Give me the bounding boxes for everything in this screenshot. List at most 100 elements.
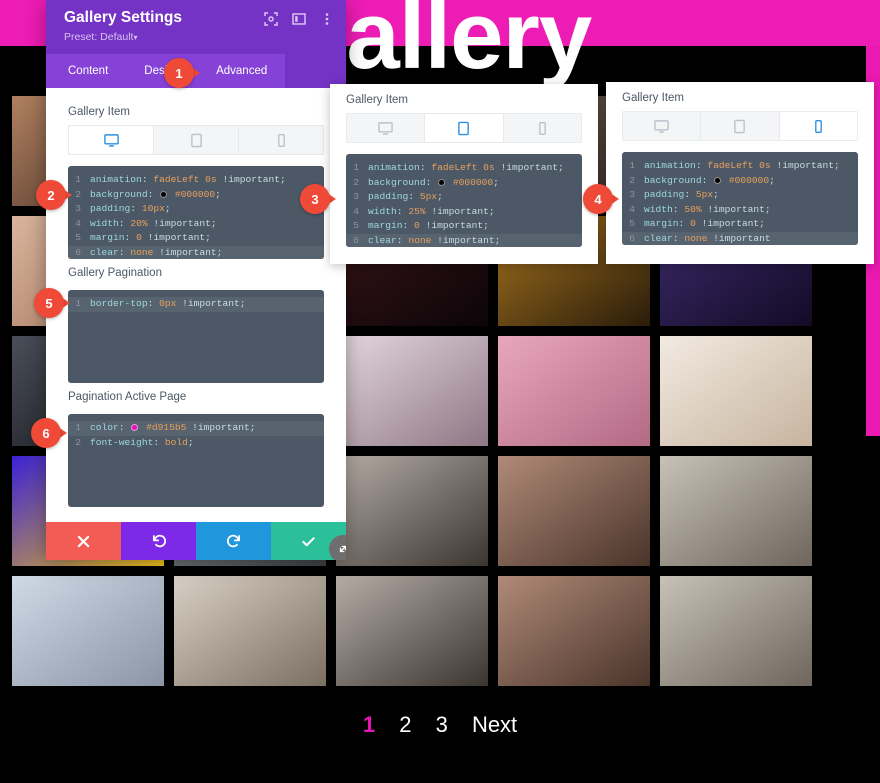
code-line-text: width: 20% !important; — [90, 217, 217, 229]
device-phone[interactable] — [503, 114, 581, 142]
device-desktop[interactable] — [347, 114, 426, 142]
resize-handle[interactable] — [329, 535, 346, 560]
gallery-image-dumplings-plate — [12, 576, 164, 686]
gallery-image-gym-squat — [336, 456, 488, 566]
code-line-number: 5 — [353, 220, 359, 232]
callout-3-pin: 3 — [300, 184, 330, 214]
gallery-image-brick-wall-fitness-2 — [498, 576, 650, 686]
code-line-text: padding: 5px; — [644, 189, 719, 201]
code-line: 4 width: 50% !important; — [622, 203, 858, 218]
device-desktop[interactable] — [623, 112, 702, 140]
tab-content[interactable]: Content — [46, 54, 126, 88]
device-desktop[interactable] — [69, 126, 154, 154]
device-tablet[interactable] — [701, 112, 780, 140]
callout-1: 1 — [164, 58, 200, 88]
code-line-text: animation: fadeLeft 0s !important; — [644, 160, 840, 171]
label-gallery-item-phone: Gallery Item — [622, 92, 684, 104]
code-line: 2 background: #000000; — [346, 176, 582, 191]
code-line-number: 2 — [75, 436, 81, 448]
pagination-page-2[interactable]: 2 — [399, 712, 411, 737]
gallery-image-piping-pink-frosting — [498, 336, 650, 446]
tab-advanced[interactable]: Advanced — [198, 54, 285, 88]
modal-action-bar — [46, 522, 346, 560]
gallery-item[interactable] — [336, 336, 488, 446]
code-line-text: animation: fadeLeft 0s !important; — [90, 174, 286, 185]
code-line-text: clear: none !important — [644, 232, 771, 244]
device-phone[interactable] — [779, 112, 857, 140]
device-phone[interactable] — [239, 126, 323, 154]
code-line-text: font-weight: bold; — [90, 436, 194, 448]
code-line: 2 background: #000000; — [622, 174, 858, 189]
color-swatch[interactable] — [160, 190, 168, 198]
color-swatch[interactable] — [714, 176, 722, 184]
color-swatch[interactable] — [131, 424, 139, 431]
callout-5: 5 — [34, 288, 70, 318]
code-line: 2 font-weight: bold; — [68, 436, 324, 451]
code-line-number: 6 — [353, 234, 359, 246]
gallery-image-frosted-cake — [336, 336, 488, 446]
code-editor-gallery-pagination[interactable]: 1 border-top: 0px !important; — [68, 290, 324, 383]
color-swatch[interactable] — [438, 178, 446, 186]
pagination-next[interactable]: Next — [472, 712, 517, 737]
gallery-item[interactable] — [498, 456, 650, 566]
code-line: 4 width: 25% !important; — [346, 205, 582, 220]
gallery-image-runner-outdoor — [660, 456, 812, 566]
gallery-item[interactable] — [336, 456, 488, 566]
device-tablet[interactable] — [425, 114, 504, 142]
code-line-text: width: 50% !important; — [644, 203, 771, 215]
code-line-text: animation: fadeLeft 0s !important; — [368, 162, 564, 173]
modal-header-icons — [264, 12, 334, 26]
code-editor-gallery-item-desktop[interactable]: 1 animation: fadeLeft 0s !important; 2 back… — [68, 166, 324, 259]
modal-preset[interactable]: Preset: Default▾ — [64, 31, 332, 43]
code-line-number: 1 — [75, 298, 81, 309]
gallery-item[interactable] — [660, 456, 812, 566]
gallery-image-runner-outdoor-2 — [660, 576, 812, 686]
code-editor-pagination-active-page[interactable]: 1 color: #d915b5 !important; 2 font-weight:… — [68, 414, 324, 507]
code-editor-gallery-item-tablet[interactable]: 1 animation: fadeLeft 0s !important; 2 back… — [346, 154, 582, 247]
cancel-button[interactable] — [46, 522, 121, 560]
device-toggle-phone-group — [622, 111, 858, 141]
tabs-spacer — [285, 54, 346, 88]
gallery-row — [12, 576, 868, 686]
code-line-number: 3 — [629, 189, 635, 201]
gallery-item[interactable] — [498, 336, 650, 446]
focus-icon[interactable] — [264, 12, 278, 26]
code-line-number: 4 — [75, 217, 81, 229]
pagination-page-3[interactable]: 3 — [436, 712, 448, 737]
gallery-pagination[interactable]: 1 2 3 Next — [0, 712, 880, 738]
code-line: 2 background: #000000; — [68, 188, 324, 203]
code-line-text: width: 25% !important; — [368, 205, 495, 217]
gallery-image-gym-squat-2 — [336, 576, 488, 686]
code-line-number: 2 — [629, 174, 635, 186]
pagination-page-1[interactable]: 1 — [363, 712, 375, 737]
code-line-number: 2 — [353, 176, 359, 188]
gallery-item[interactable] — [336, 576, 488, 686]
device-tablet[interactable] — [154, 126, 239, 154]
more-vertical-icon[interactable] — [320, 12, 334, 26]
code-line-text: clear: none !important; — [90, 246, 223, 258]
chevron-down-icon: ▾ — [133, 33, 138, 43]
gallery-item[interactable] — [498, 576, 650, 686]
code-editor-gallery-item-phone[interactable]: 1 animation: fadeLeft 0s !important; 2 back… — [622, 152, 858, 245]
code-line: 1 animation: fadeLeft 0s !important; — [68, 173, 324, 188]
code-line: 4 width: 20% !important; — [68, 217, 324, 232]
label-gallery-item-tablet: Gallery Item — [346, 94, 408, 106]
gallery-item[interactable] — [660, 576, 812, 686]
layout-icon[interactable] — [292, 12, 306, 26]
label-pagination-active-page: Pagination Active Page — [68, 391, 187, 403]
code-line: 5 margin: 0 !important; — [68, 231, 324, 246]
gallery-item[interactable] — [660, 336, 812, 446]
gallery-item[interactable] — [174, 576, 326, 686]
callout-4-pin: 4 — [583, 184, 613, 214]
undo-button[interactable] — [121, 522, 196, 560]
code-line: 1 animation: fadeLeft 0s !important; — [346, 161, 582, 176]
redo-button[interactable] — [196, 522, 271, 560]
callout-4: 4 — [583, 184, 619, 214]
code-line-number: 6 — [629, 232, 635, 244]
code-line-text: margin: 0 !important; — [644, 218, 765, 230]
callout-2: 2 — [36, 180, 72, 210]
gallery-item[interactable] — [12, 576, 164, 686]
callout-5-pin: 5 — [34, 288, 64, 318]
code-line: 1 animation: fadeLeft 0s !important; — [622, 159, 858, 174]
screen: gallery 1 2 3 Next Gallery Settings Pres… — [0, 0, 880, 783]
